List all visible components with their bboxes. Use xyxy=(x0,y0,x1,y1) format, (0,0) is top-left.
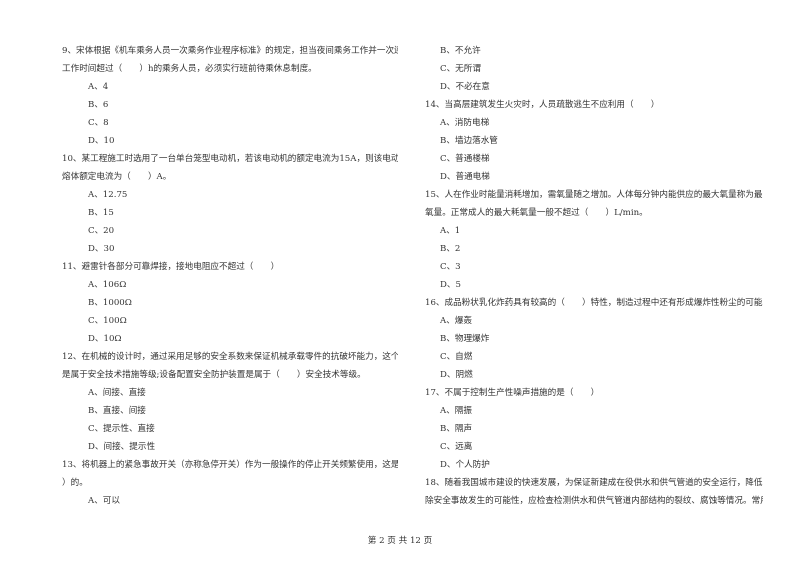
answer-option: C、20 xyxy=(88,226,115,236)
answer-option: D、个人防护 xyxy=(440,460,490,470)
question-text: 18、随着我国城市建设的快速发展，为保证新建成在役供水和供气管道的安全运行，降低… xyxy=(425,478,763,488)
question-text: 9、宋体根据《机车乘务人员一次乘务作业程序标准》的规定，担当夜间乘务工作并一次连… xyxy=(62,46,398,56)
answer-option: C、提示性、直接 xyxy=(88,424,155,434)
answer-option: C、普通楼梯 xyxy=(440,154,490,164)
answer-option: B、隔声 xyxy=(440,424,473,434)
answer-option: C、100Ω xyxy=(88,316,127,326)
answer-option: D、普通电梯 xyxy=(440,172,490,182)
answer-option: D、30 xyxy=(88,244,115,254)
answer-option: D、5 xyxy=(440,280,461,290)
answer-option: B、1000Ω xyxy=(88,298,132,308)
answer-option: A、可以 xyxy=(88,496,120,506)
answer-option: A、4 xyxy=(88,82,109,92)
answer-option: D、10Ω xyxy=(88,334,122,344)
answer-option: C、远离 xyxy=(440,442,473,452)
answer-option: A、1 xyxy=(440,226,461,236)
question-text: 除安全事故发生的可能性，应检查检测供水和供气管道内部结构的裂纹、腐蚀等情况。常用… xyxy=(425,496,763,506)
question-text: 15、人在作业时能量消耗增加，需氧量随之增加。人体每分钟内能供应的最大氧量称为最… xyxy=(425,190,763,200)
question-text: 氧量。正常成人的最大耗氧量一般不超过（ ）L/min。 xyxy=(425,208,648,218)
answer-option: D、阴燃 xyxy=(440,370,473,380)
question-text: 11、避雷针各部分可靠焊接，接地电阻应不超过（ ） xyxy=(62,262,280,272)
question-text: 17、不属于控制生产性噪声措施的是（ ） xyxy=(425,388,600,398)
page-footer: 第 2 页 共 12 页 xyxy=(367,536,433,546)
question-text: 是属于安全技术措施等级;设备配置安全防护装置是属于（ ）安全技术等级。 xyxy=(62,370,366,380)
answer-option: D、间接、提示性 xyxy=(88,442,156,452)
question-text: ）的。 xyxy=(62,478,88,488)
answer-option: B、直接、间接 xyxy=(88,406,146,416)
answer-option: D、不必在意 xyxy=(440,82,490,92)
question-text: 12、在机械的设计时，通过采用足够的安全系数来保证机械承载零件的抗破坏能力，这个… xyxy=(62,352,398,362)
answer-option: B、墙边落水管 xyxy=(440,136,498,146)
answer-option: A、爆轰 xyxy=(440,316,472,326)
answer-option: D、10 xyxy=(88,136,115,146)
left-column: 9、宋体根据《机车乘务人员一次乘务作业程序标准》的规定，担当夜间乘务工作并一次连… xyxy=(62,42,398,510)
answer-option: B、6 xyxy=(88,100,109,110)
answer-option: A、12.75 xyxy=(88,190,128,200)
answer-option: A、间接、直接 xyxy=(88,388,146,398)
answer-option: B、2 xyxy=(440,244,461,254)
answer-option: C、3 xyxy=(440,262,461,272)
question-text: 熔体额定电流为（ ）A。 xyxy=(62,172,172,182)
answer-option: A、106Ω xyxy=(88,280,127,290)
answer-option: A、消防电梯 xyxy=(440,118,490,128)
answer-option: B、不允许 xyxy=(440,46,481,56)
question-text: 14、当高层建筑发生火灾时，人员疏散逃生不应利用（ ） xyxy=(425,100,660,110)
answer-option: B、15 xyxy=(88,208,114,218)
question-text: 13、将机器上的紧急事故开关（亦称急停开关）作为一般操作的停止开关频繁使用，这是… xyxy=(62,460,398,470)
answer-option: C、8 xyxy=(88,118,109,128)
question-text: 工作时间超过（ ）h的乘务人员，必须实行班前待乘休息制度。 xyxy=(62,64,317,74)
answer-option: C、自燃 xyxy=(440,352,473,362)
answer-option: C、无所谓 xyxy=(440,64,481,74)
answer-option: B、物理爆炸 xyxy=(440,334,490,344)
right-column: B、不允许 C、无所谓 D、不必在意 14、当高层建筑发生火灾时，人员疏散逃生不应利用… xyxy=(425,42,763,510)
answer-option: A、隔振 xyxy=(440,406,472,416)
question-text: 16、成品粉状乳化炸药具有较高的（ ）特性，制造过程中还有形成爆炸性粉尘的可能。 xyxy=(425,298,763,308)
question-text: 10、某工程施工时选用了一台单台笼型电动机，若该电动机的额定电流为15A，则该电… xyxy=(62,154,398,164)
